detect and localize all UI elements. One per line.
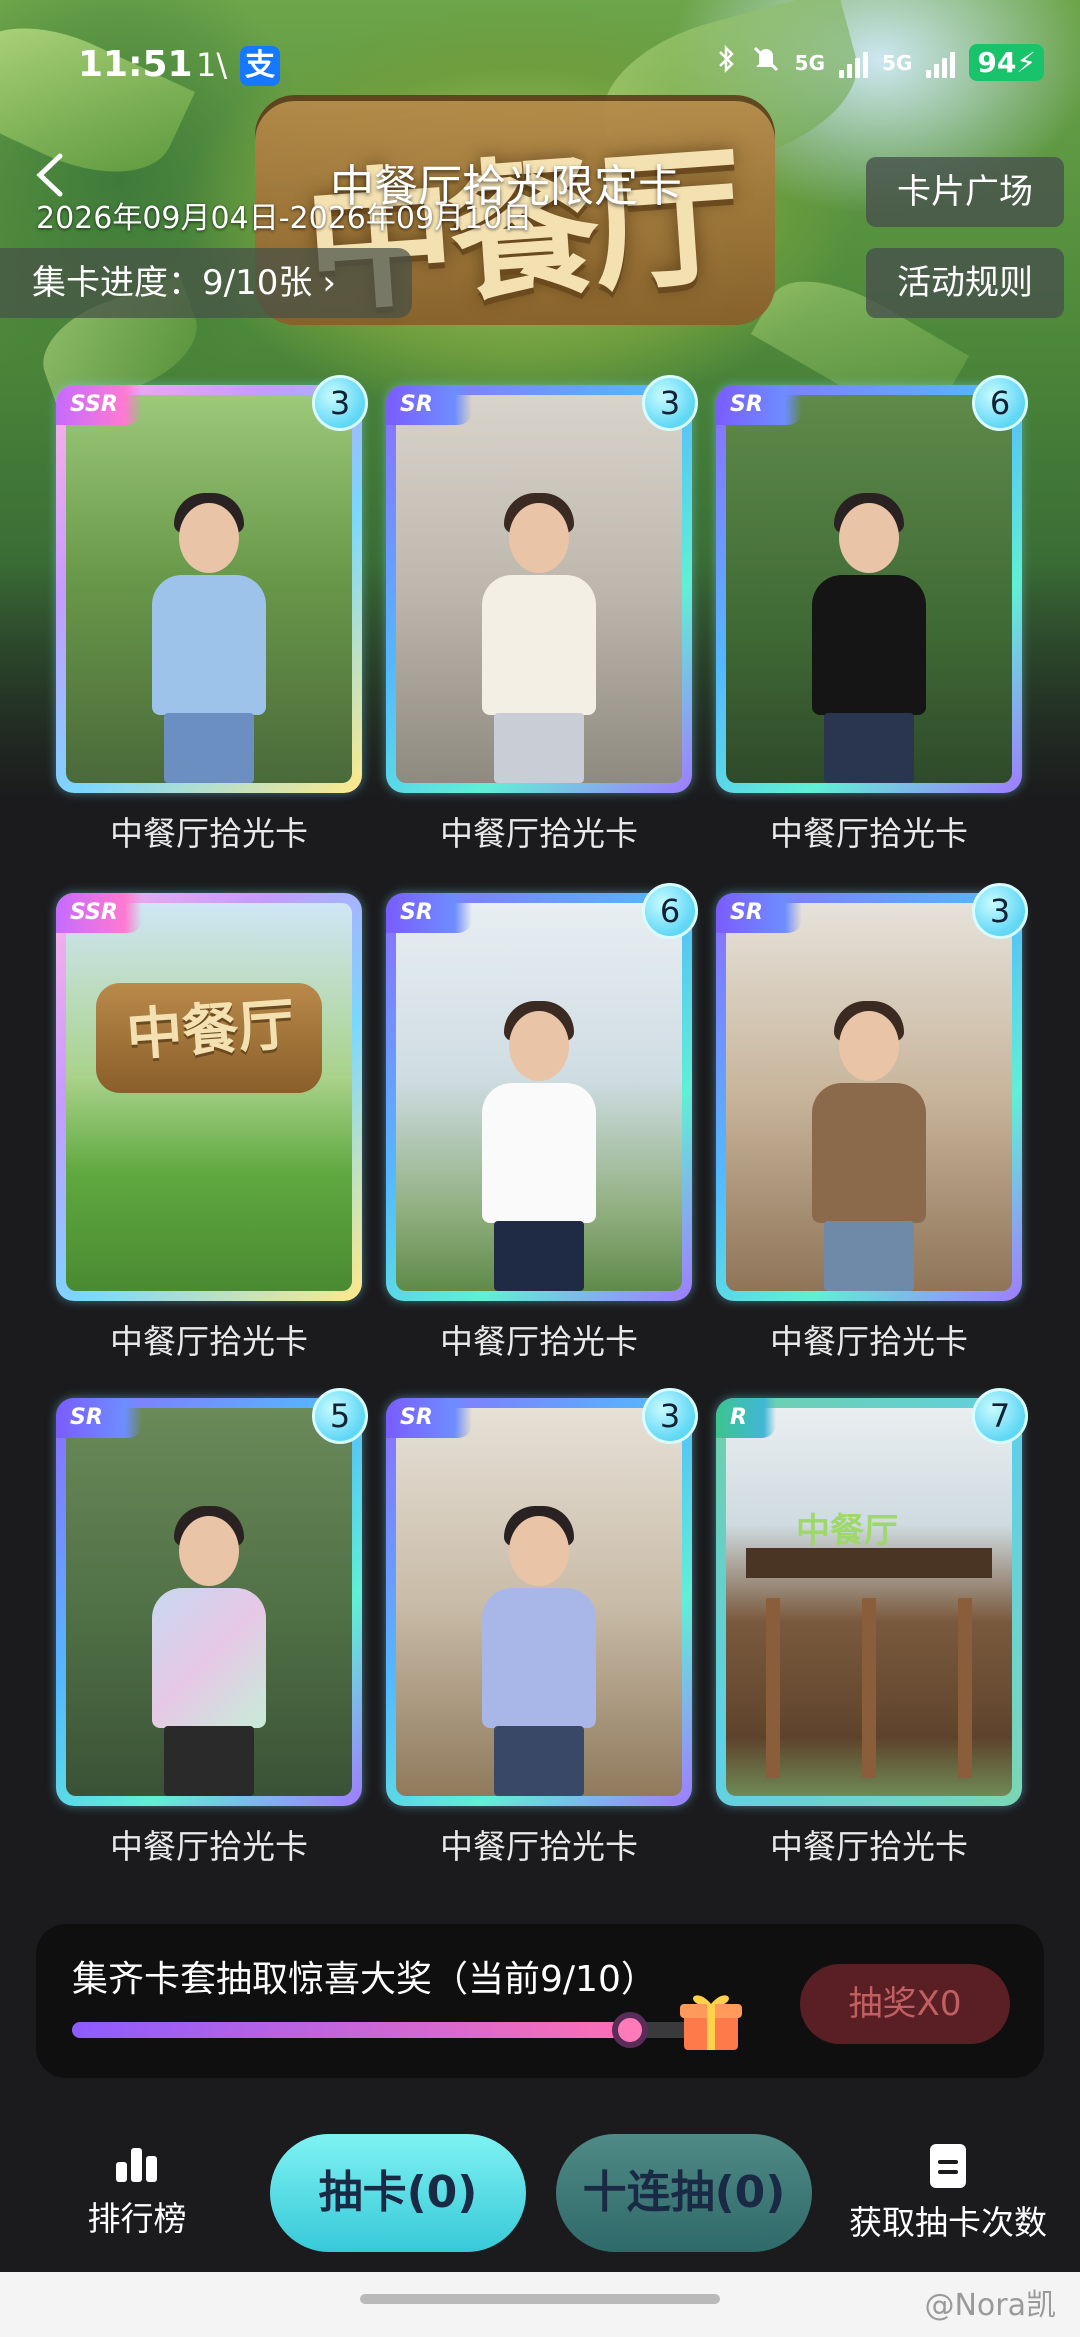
rarity-badge: SSR xyxy=(56,385,142,425)
card-2[interactable]: SR 3 中餐厅拾光卡 xyxy=(386,375,698,853)
card-label: 中餐厅拾光卡 xyxy=(770,1322,968,1361)
card-photo: 中餐厅 xyxy=(726,1408,1012,1796)
rank-button[interactable]: 排行榜 xyxy=(72,2144,202,2240)
rules-button[interactable]: 活动规则 xyxy=(866,248,1064,318)
collect-progress-text: 集卡进度：9/10张 xyxy=(32,263,313,303)
collect-progress-button[interactable]: 集卡进度：9/10张 › xyxy=(0,248,412,318)
system-nav-bar: @Nora凯 xyxy=(0,2272,1080,2337)
alipay-icon: 支 xyxy=(240,46,280,86)
status-icons: 5G 5G 94⚡ xyxy=(717,44,1044,81)
rarity-badge: SR xyxy=(386,1398,472,1438)
rank-label: 排行榜 xyxy=(87,2199,187,2238)
count-badge: 7 xyxy=(972,1388,1028,1444)
gift-icon xyxy=(676,1984,746,2054)
card-8[interactable]: SR 3 中餐厅拾光卡 xyxy=(386,1388,698,1866)
card-photo xyxy=(396,1408,682,1796)
net-label-1: 5G xyxy=(794,50,826,75)
rarity-badge: SR xyxy=(716,385,802,425)
battery-indicator: 94⚡ xyxy=(969,44,1044,81)
lottery-progress-bar xyxy=(72,2012,692,2048)
card-1[interactable]: SSR 3 中餐厅拾光卡 xyxy=(56,375,368,853)
card-photo xyxy=(66,1408,352,1796)
bluetooth-icon xyxy=(717,44,737,81)
signal-icon-1 xyxy=(839,48,869,78)
watermark: @Nora凯 xyxy=(924,2288,1056,2323)
show-logo-small: 中餐厅 xyxy=(124,991,297,1069)
card-label: 中餐厅拾光卡 xyxy=(770,1827,968,1866)
card-5[interactable]: SR 6 中餐厅拾光卡 xyxy=(386,883,698,1361)
draw-card-button[interactable]: 抽卡(0) xyxy=(270,2134,526,2252)
ten-draw-button[interactable]: 十连抽(0) xyxy=(556,2134,812,2252)
card-label: 中餐厅拾光卡 xyxy=(770,814,968,853)
lottery-draw-button[interactable]: 抽奖X0 xyxy=(800,1964,1010,2044)
card-9[interactable]: 中餐厅 R 7 中餐厅拾光卡 xyxy=(716,1388,1028,1866)
lottery-progress-knob xyxy=(612,2012,648,2048)
count-badge: 6 xyxy=(972,375,1028,431)
rarity-badge: SR xyxy=(386,385,472,425)
bottom-action-bar: 排行榜 抽卡(0) 十连抽(0) 获取抽卡次数 xyxy=(0,2120,1080,2280)
restaurant-sign: 中餐厅 xyxy=(796,1511,898,1551)
card-grid: SSR 3 中餐厅拾光卡 SR 3 中餐厅拾光卡 SR 6 中餐厅拾光卡 中餐厅… xyxy=(56,375,1028,1866)
status-time: 11:51 xyxy=(78,44,193,85)
card-photo xyxy=(726,395,1012,783)
card-photo xyxy=(396,395,682,783)
count-badge: 6 xyxy=(642,883,698,939)
card-photo: 中餐厅 xyxy=(66,903,352,1291)
lottery-panel: 集齐卡套抽取惊喜大奖（当前9/10） 抽奖X0 xyxy=(36,1924,1044,2078)
card-photo xyxy=(66,395,352,783)
count-badge: 3 xyxy=(972,883,1028,939)
card-6[interactable]: SR 3 中餐厅拾光卡 xyxy=(716,883,1028,1361)
rarity-badge: SR xyxy=(56,1398,142,1438)
rarity-badge: SR xyxy=(716,893,802,933)
battery-level: 94 xyxy=(977,46,1017,79)
card-label: 中餐厅拾光卡 xyxy=(110,1322,308,1361)
card-label: 中餐厅拾光卡 xyxy=(110,1827,308,1866)
leaderboard-icon xyxy=(114,2144,160,2182)
card-label: 中餐厅拾光卡 xyxy=(440,1322,638,1361)
mute-icon xyxy=(751,44,781,81)
status-extra: 1\ xyxy=(196,46,228,84)
net-label-2: 5G xyxy=(882,50,913,75)
chevron-right-icon: › xyxy=(322,263,336,303)
date-range: 2026年09月04日-2026年09月10日 xyxy=(36,201,533,236)
count-badge: 3 xyxy=(312,375,368,431)
count-badge: 3 xyxy=(642,375,698,431)
card-label: 中餐厅拾光卡 xyxy=(440,1827,638,1866)
card-4[interactable]: 中餐厅 SSR 中餐厅拾光卡 xyxy=(56,893,362,1361)
rarity-badge: SR xyxy=(386,893,472,933)
obtain-draws-button[interactable]: 获取抽卡次数 xyxy=(838,2144,1058,2244)
document-icon xyxy=(930,2144,966,2188)
card-label: 中餐厅拾光卡 xyxy=(110,814,308,853)
card-plaza-button[interactable]: 卡片广场 xyxy=(866,157,1064,227)
signal-icon-2 xyxy=(926,48,956,78)
rarity-badge: SSR xyxy=(56,893,142,933)
card-3[interactable]: SR 6 中餐厅拾光卡 xyxy=(716,375,1028,853)
card-photo xyxy=(726,903,1012,1291)
count-badge: 3 xyxy=(642,1388,698,1444)
status-bar: 11:51 1\ 支 5G 5G 94⚡ xyxy=(0,38,1080,98)
card-photo xyxy=(396,903,682,1291)
lottery-title: 集齐卡套抽取惊喜大奖（当前9/10） xyxy=(72,1959,657,2000)
home-indicator[interactable] xyxy=(360,2294,720,2304)
card-label: 中餐厅拾光卡 xyxy=(440,814,638,853)
obtain-draws-label: 获取抽卡次数 xyxy=(849,2203,1047,2242)
lottery-progress-fill xyxy=(72,2022,630,2038)
card-7[interactable]: SR 5 中餐厅拾光卡 xyxy=(56,1388,368,1866)
rarity-badge: R xyxy=(716,1398,776,1438)
count-badge: 5 xyxy=(312,1388,368,1444)
